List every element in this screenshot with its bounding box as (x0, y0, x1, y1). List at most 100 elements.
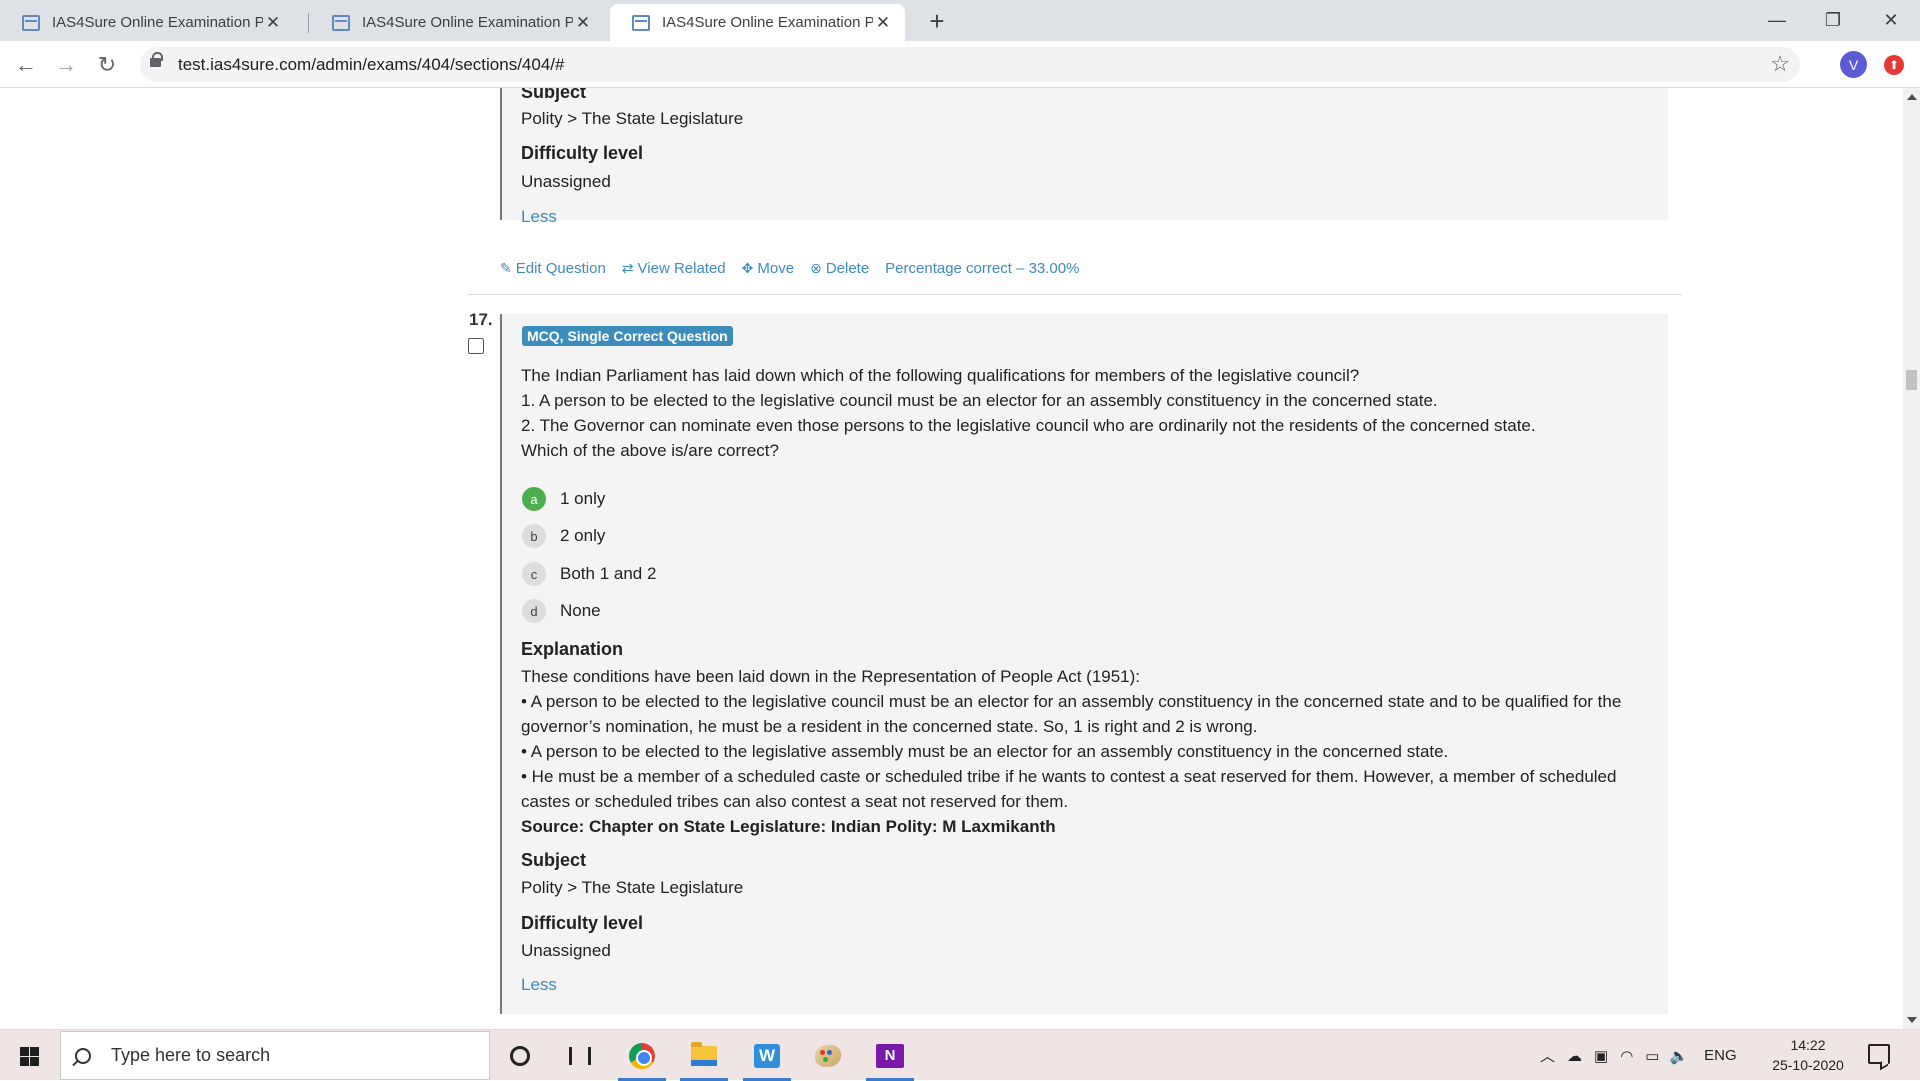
tab-title: IAS4Sure Online Examination Pla (662, 14, 873, 31)
option-a: a 1 only (522, 487, 605, 511)
reload-icon[interactable]: ↻ (91, 49, 123, 81)
subject-label: Subject (521, 850, 587, 870)
language-indicator[interactable]: ENG (1704, 1047, 1737, 1064)
close-icon[interactable]: ✕ (573, 13, 593, 33)
lock-icon[interactable] (150, 52, 163, 67)
address-bar[interactable]: test.ias4sure.com/admin/exams/404/sectio… (140, 47, 1800, 82)
browser-tab-1[interactable]: IAS4Sure Online Examination Pla ✕ (0, 4, 295, 41)
option-letter: b (522, 524, 546, 548)
cortana-icon[interactable] (492, 1030, 548, 1081)
page-scrollbar[interactable] (1903, 88, 1920, 1029)
show-hidden-icons-chevron-icon[interactable]: ︿ (1540, 1045, 1555, 1066)
back-arrow-icon[interactable]: ← (10, 49, 42, 81)
option-text: 2 only (560, 526, 606, 545)
tab-title: IAS4Sure Online Examination Pla (362, 14, 573, 31)
option-c: c Both 1 and 2 (522, 562, 656, 586)
page-icon (632, 14, 650, 31)
browser-tab-2[interactable]: IAS4Sure Online Examination Pla ✕ (310, 4, 605, 41)
profile-avatar[interactable]: V (1840, 51, 1867, 78)
file-explorer-icon[interactable] (676, 1030, 732, 1081)
restore-icon[interactable]: ❐ (1810, 0, 1856, 41)
scroll-down-arrow-icon[interactable] (1907, 1017, 1917, 1023)
clock-time: 14:22 (1790, 1037, 1826, 1053)
question-actions: ✎ Edit Question ⇄ View Related ✥ Move ⊗ Dele… (500, 260, 1095, 277)
taskbar-clock[interactable]: 14:22 25-10-2020 (1768, 1035, 1848, 1075)
explanation-line: • A person to be elected to the legislat… (521, 692, 1622, 711)
option-text: 1 only (560, 489, 606, 508)
question-number: 17. (469, 310, 493, 329)
page-icon (22, 14, 40, 31)
task-view-icon[interactable] (552, 1030, 608, 1081)
difficulty-label: Difficulty level (521, 143, 644, 163)
browser-tab-bar: IAS4Sure Online Examination Pla ✕ IAS4Su… (0, 0, 1920, 41)
paint-icon[interactable] (800, 1030, 856, 1081)
forward-arrow-icon[interactable]: → (50, 49, 82, 81)
explanation-line: governor’s nomination, he must be a resi… (521, 717, 1258, 736)
search-placeholder: Type here to search (111, 1045, 271, 1065)
less-link[interactable]: Less (521, 975, 557, 995)
move-arrows-icon: ✥ (741, 260, 754, 276)
close-icon[interactable]: ✕ (873, 13, 893, 33)
difficulty-label: Difficulty level (521, 913, 644, 933)
percentage-correct: Percentage correct – 33.00% (885, 260, 1080, 277)
extension-icon[interactable]: ⬆ (1884, 55, 1904, 75)
onenote-icon[interactable]: N (862, 1030, 918, 1081)
explanation-label: Explanation (521, 639, 624, 659)
less-link[interactable]: Less (521, 207, 557, 227)
system-tray: ︿ ☁ ▣ ◠ ▭ 🔈 ENG (1540, 1030, 1737, 1081)
battery-icon[interactable]: ▭ (1645, 1047, 1659, 1065)
chrome-icon[interactable] (614, 1030, 670, 1081)
page-icon (332, 14, 350, 31)
tab-title: IAS4Sure Online Examination Pla (52, 14, 263, 31)
question-stem-line: Which of the above is/are correct? (521, 441, 779, 460)
action-center-notification-icon[interactable] (1868, 1044, 1890, 1064)
window-close-icon[interactable]: ✕ (1868, 0, 1914, 41)
new-tab-plus-icon[interactable]: + (922, 6, 952, 37)
scroll-up-arrow-icon[interactable] (1907, 94, 1917, 100)
option-b: b 2 only (522, 524, 605, 548)
view-related-link[interactable]: ⇄ View Related (622, 260, 726, 277)
option-text: Both 1 and 2 (560, 564, 657, 583)
subject-label: Subject (521, 88, 587, 102)
question-divider (467, 294, 1682, 295)
explanation-line: • A person to be elected to the legislat… (521, 742, 1449, 761)
clock-date: 25-10-2020 (1772, 1057, 1844, 1073)
view-related-label: View Related (637, 260, 726, 277)
edit-question-link[interactable]: ✎ Edit Question (500, 260, 606, 277)
wps-writer-icon[interactable]: W (739, 1030, 795, 1081)
windows-taskbar: Type here to search W N ︿ ☁ ▣ ◠ ▭ 🔈 ENG … (0, 1029, 1920, 1081)
delete-circle-icon: ⊗ (810, 260, 822, 276)
close-icon[interactable]: ✕ (263, 13, 283, 33)
option-text: None (560, 601, 601, 620)
question-stem-line: The Indian Parliament has laid down whic… (521, 366, 1360, 385)
explanation-line: castes or scheduled tribes can also cont… (521, 792, 1069, 811)
move-link[interactable]: ✥ Move (742, 260, 794, 277)
question-select-checkbox[interactable] (468, 338, 484, 354)
option-letter-correct: a (522, 487, 546, 511)
search-icon (75, 1047, 91, 1064)
taskbar-search-box[interactable]: Type here to search (60, 1031, 490, 1080)
edit-question-label: Edit Question (515, 260, 606, 277)
edit-icon: ✎ (500, 260, 512, 276)
browser-tab-3-active[interactable]: IAS4Sure Online Examination Pla ✕ (610, 4, 905, 41)
delete-link[interactable]: ⊗ Delete (810, 260, 869, 277)
minimize-icon[interactable]: — (1754, 0, 1800, 41)
move-label: Move (757, 260, 795, 277)
option-d: d None (522, 599, 601, 623)
subject-value: Polity > The State Legislature (521, 878, 744, 897)
volume-icon[interactable]: 🔈 (1669, 1047, 1688, 1065)
difficulty-value: Unassigned (521, 941, 611, 960)
option-letter: c (522, 562, 546, 586)
onedrive-sync-icon[interactable]: ☁ (1567, 1047, 1582, 1065)
wifi-icon[interactable]: ◠ (1620, 1047, 1633, 1065)
bookmark-star-icon[interactable]: ☆ (1770, 51, 1790, 77)
scroll-thumb[interactable] (1906, 370, 1917, 390)
question-stem-line: 2. The Governor can nominate even those … (521, 416, 1536, 435)
question-type-badge: MCQ, Single Correct Question (522, 326, 733, 346)
explanation-line: • He must be a member of a scheduled cas… (521, 767, 1617, 786)
tab-separator (308, 13, 309, 33)
url-text[interactable]: test.ias4sure.com/admin/exams/404/sectio… (178, 55, 564, 75)
security-icon[interactable]: ▣ (1594, 1047, 1608, 1065)
windows-start-icon[interactable] (20, 1047, 39, 1066)
browser-toolbar: ← → ↻ test.ias4sure.com/admin/exams/404/… (0, 41, 1920, 88)
